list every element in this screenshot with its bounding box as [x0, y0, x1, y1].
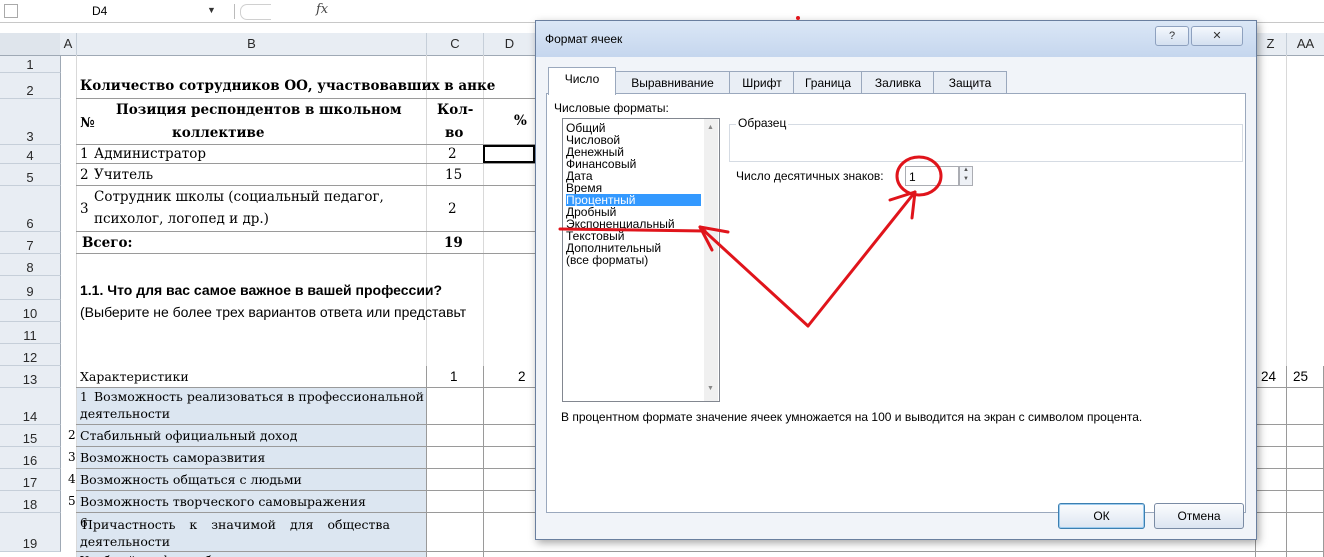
annotation-arrow-right	[806, 190, 917, 328]
annotation-underline	[558, 227, 707, 233]
annotation-dot	[796, 16, 800, 20]
annotation-circle	[895, 155, 943, 197]
tab-number[interactable]: Число	[548, 67, 616, 95]
annotation-arrow-left	[698, 225, 810, 328]
annotation-overlay	[558, 16, 943, 328]
